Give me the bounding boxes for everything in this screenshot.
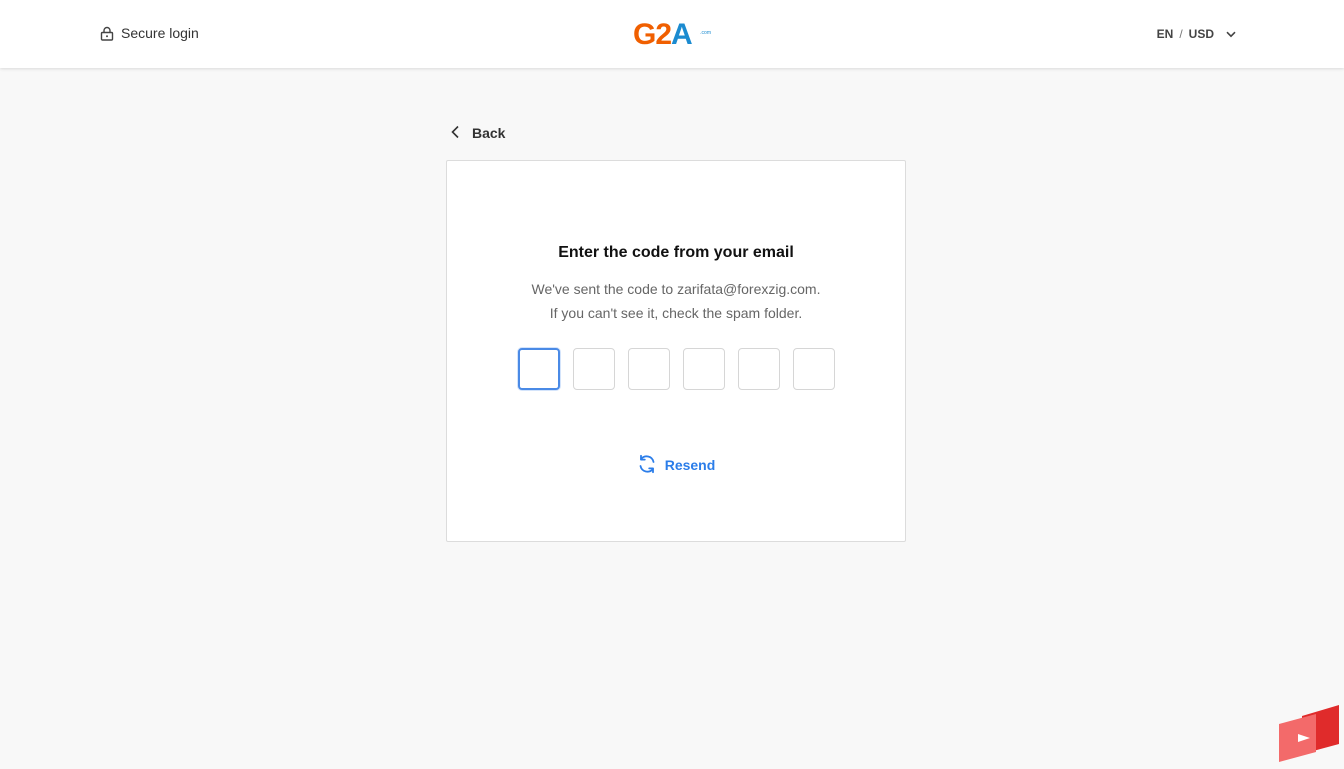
code-digit-2[interactable] [573, 348, 615, 390]
secure-login-indicator: Secure login [100, 22, 199, 44]
locale-separator: / [1179, 27, 1183, 41]
top-bar: Secure login G 2 A .com EN / USD [0, 0, 1344, 68]
currency-label: USD [1188, 27, 1214, 41]
logo-com: .com [700, 30, 711, 36]
description-line-2: If you can't see it, check the spam fold… [549, 305, 803, 321]
code-digit-3[interactable] [628, 348, 670, 390]
logo-letter-g: G [633, 18, 656, 51]
locale-currency-selector[interactable]: EN / USD [1157, 24, 1236, 44]
floating-app-badge-icon[interactable] [1278, 704, 1340, 764]
g2a-logo[interactable]: G 2 A .com [633, 18, 717, 51]
chevron-down-icon [1226, 27, 1236, 41]
code-digit-5[interactable] [738, 348, 780, 390]
code-input-group [518, 348, 835, 390]
language-label: EN [1156, 27, 1174, 41]
back-label: Back [472, 125, 506, 141]
card-title: Enter the code from your email [558, 244, 794, 261]
secure-login-label: Secure login [121, 25, 199, 41]
code-digit-6[interactable] [793, 348, 835, 390]
card-description: We've sent the code to zarifata@forexzig… [447, 277, 905, 325]
verification-card: Enter the code from your email We've sen… [446, 160, 906, 542]
description-line-1: We've sent the code to zarifata@forexzig… [531, 281, 821, 297]
lock-icon [100, 26, 114, 41]
code-digit-1[interactable] [518, 348, 560, 390]
resend-label: Resend [664, 457, 716, 473]
refresh-icon [637, 454, 657, 477]
logo-digit-2: 2 [655, 18, 672, 51]
chevron-left-icon [450, 125, 460, 142]
logo-letter-a: A [671, 18, 693, 51]
code-digit-4[interactable] [683, 348, 725, 390]
back-button[interactable]: Back [450, 122, 505, 144]
resend-button[interactable]: Resend [447, 454, 905, 476]
